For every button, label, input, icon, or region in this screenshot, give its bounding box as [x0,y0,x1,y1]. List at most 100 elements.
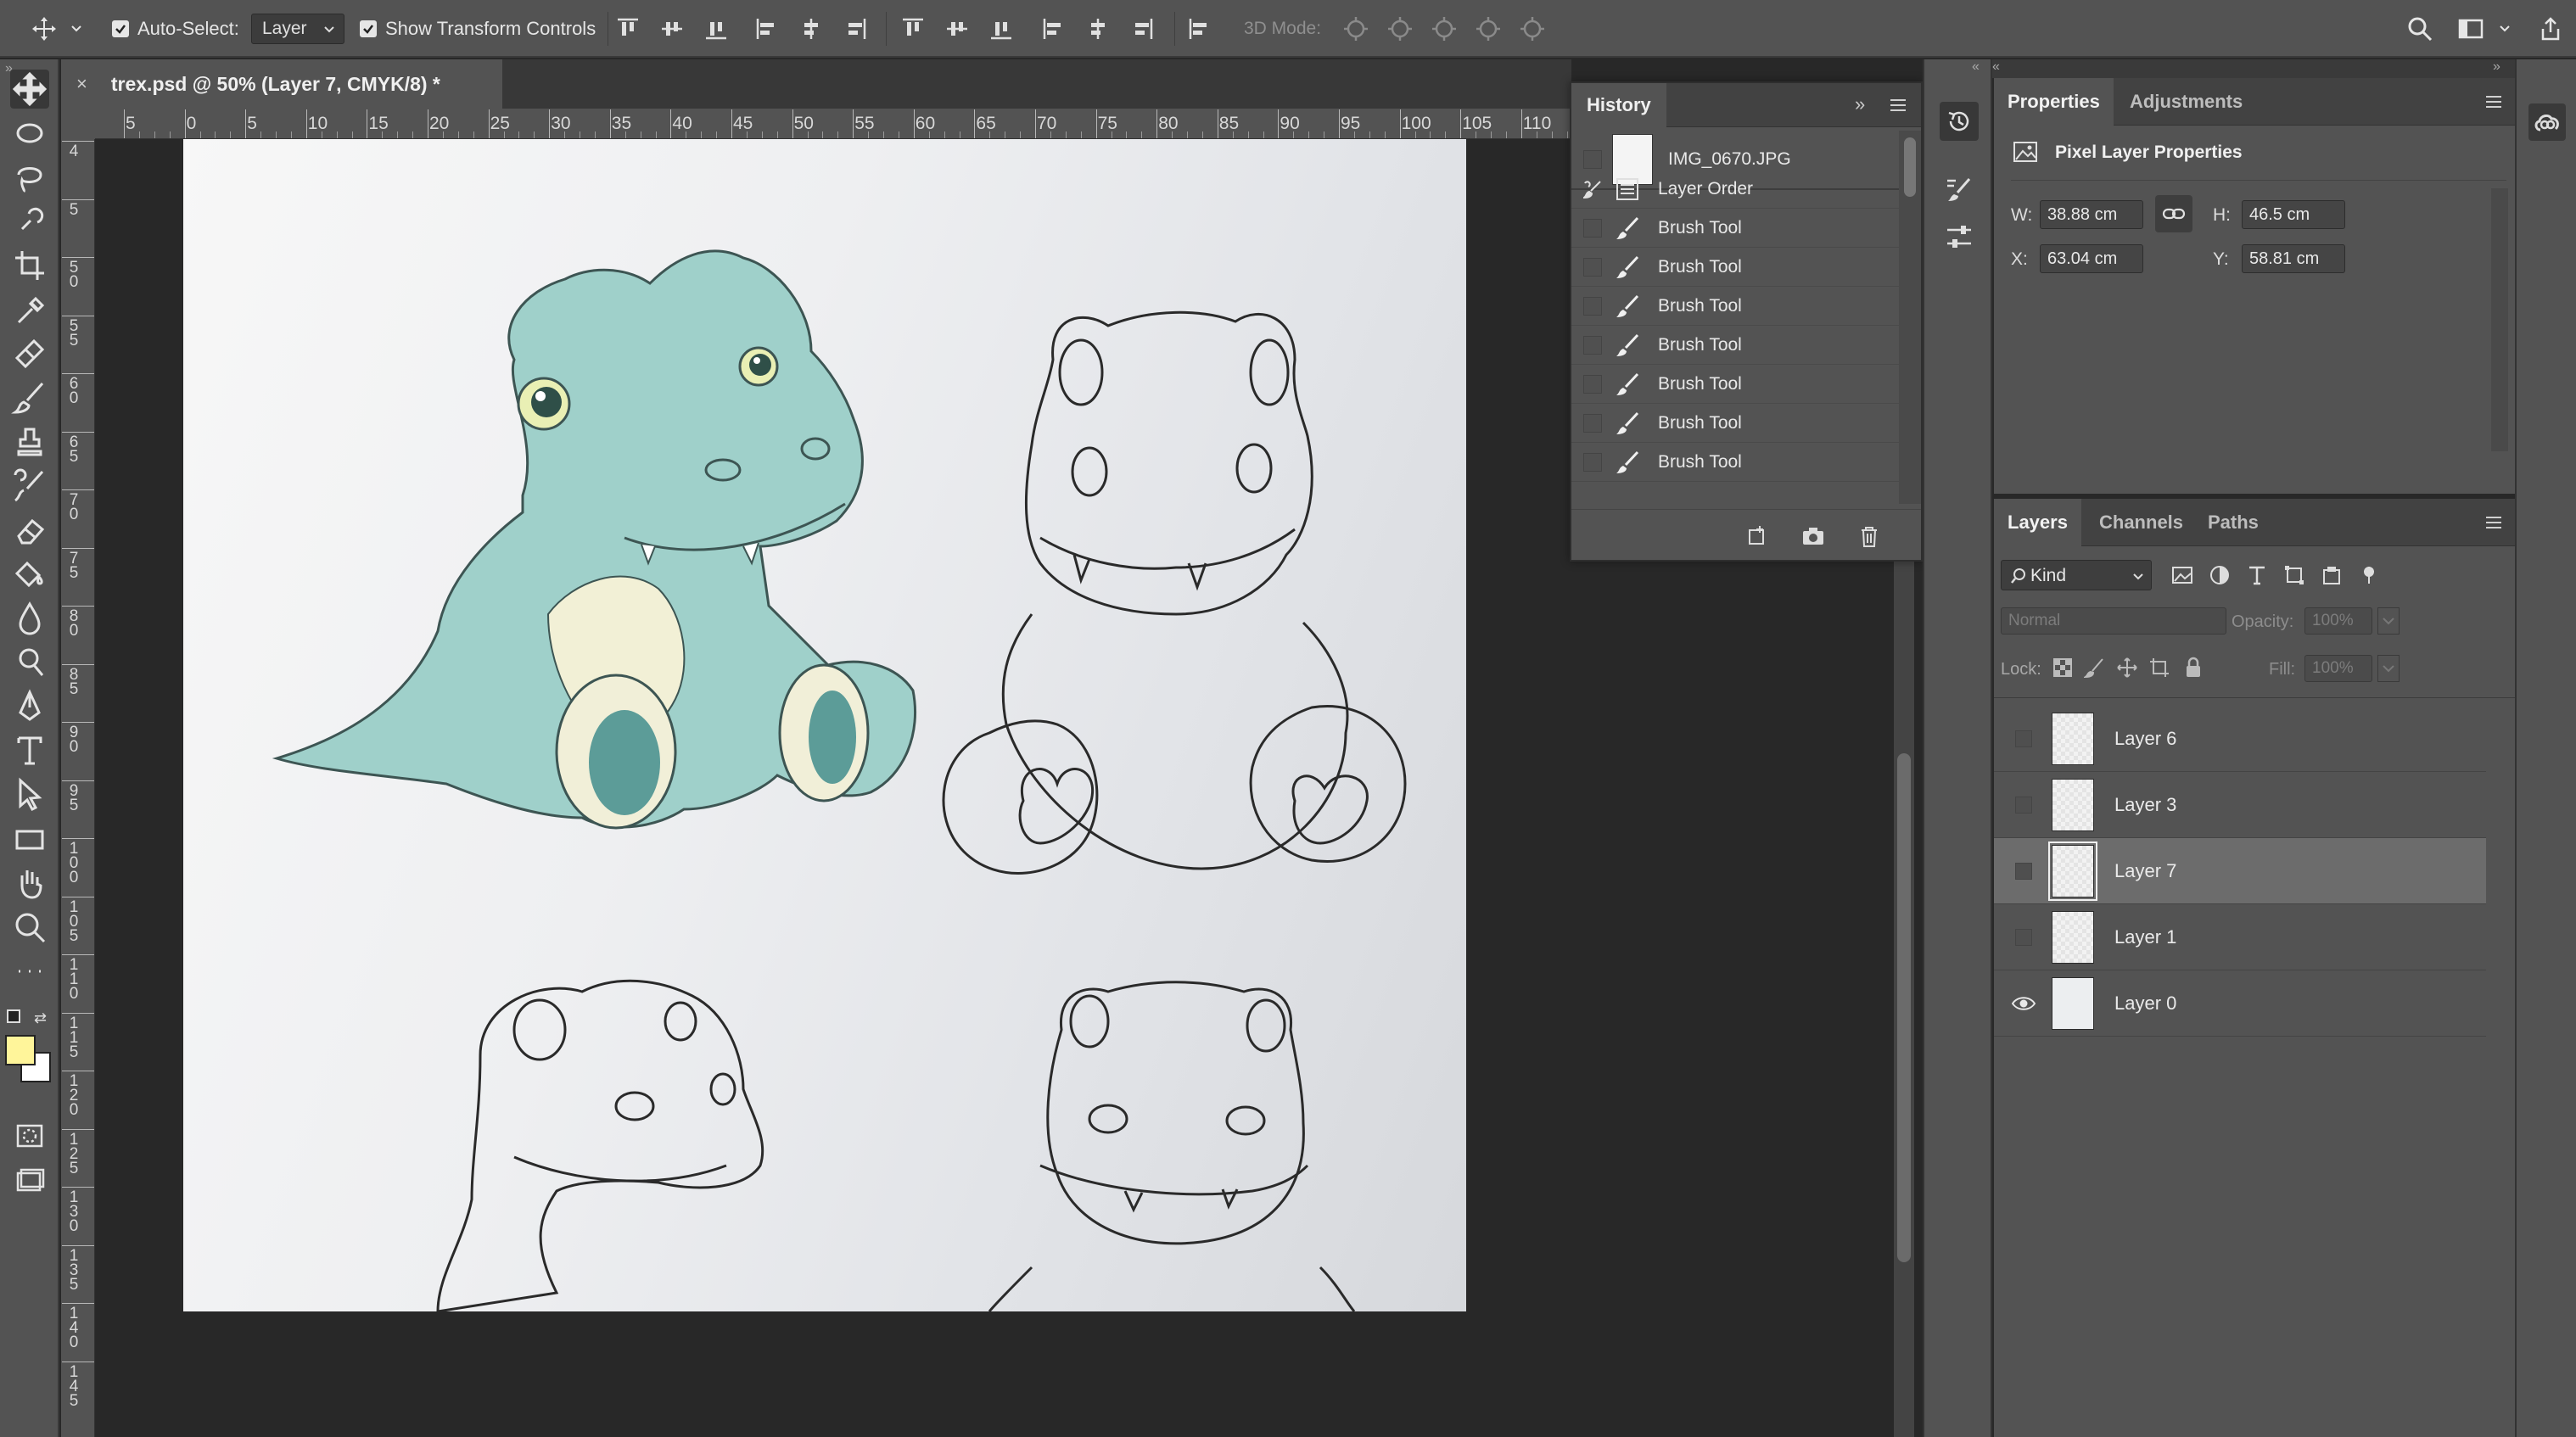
align-right-edges-icon[interactable] [842,15,869,42]
tab-properties[interactable]: Properties [1994,78,2114,126]
scale-3d-icon[interactable] [1519,15,1546,42]
blend-mode-dropdown[interactable]: Normal [2001,607,2226,635]
opacity-field[interactable]: 100% [2304,607,2372,635]
distribute-right-icon[interactable] [1128,15,1156,42]
document-tab[interactable]: × trex.psd @ 50% (Layer 7, CMYK/8) * [61,59,502,109]
zoom-tool[interactable] [10,908,49,947]
distribute-top-icon[interactable] [899,15,927,42]
layer-row[interactable]: Layer 6 [1994,706,2486,772]
distribute-horizontal-centers-icon[interactable] [1084,15,1112,42]
quick-mask-button[interactable] [10,1116,49,1155]
path-selection-tool[interactable] [10,775,49,814]
roll-3d-icon[interactable] [1386,15,1414,42]
properties-scrollbar[interactable] [2491,188,2508,451]
history-brush-tool[interactable] [10,467,49,506]
more-tools[interactable] [10,952,49,991]
type-layer-filter-icon[interactable] [2245,563,2269,587]
horizontal-ruler[interactable]: 5 0 5 10 15 20 25 30 35 40 45 50 55 60 65 70 75 80 85 90 95 1… [95,109,1571,139]
tab-layers[interactable]: Layers [1994,499,2081,546]
panel-menu-icon[interactable] [2484,93,2503,110]
history-state[interactable]: Brush Tool [1571,209,1899,248]
opacity-chevron-down-icon[interactable] [2377,607,2400,635]
history-brush-source[interactable] [1583,374,1602,394]
align-bottom-edges-icon[interactable] [703,15,730,42]
fill-field[interactable]: 100% [2304,655,2372,682]
fill-chevron-down-icon[interactable] [2377,655,2400,682]
brush-settings-panel-button[interactable] [1940,170,1979,209]
panel-menu-icon[interactable] [1889,97,1907,114]
drag-3d-icon[interactable] [1431,15,1458,42]
tab-channels[interactable]: Channels [2086,499,2197,546]
quick-selection-tool[interactable] [10,202,49,241]
distribute-vertical-centers-icon[interactable] [944,15,971,42]
default-colors-icon[interactable] [7,1009,20,1023]
workspace-icon[interactable] [2457,15,2484,42]
auto-align-layers-icon[interactable] [1186,15,1213,42]
show-transform-controls-checkbox[interactable] [360,20,377,37]
foreground-color-swatch[interactable] [5,1035,36,1065]
distribute-left-icon[interactable] [1040,15,1067,42]
tab-paths[interactable]: Paths [2194,499,2272,546]
collapse-dock-icon[interactable]: « [1992,59,2000,75]
marquee-tool[interactable] [10,114,49,153]
ruler-origin[interactable] [61,109,95,139]
history-state[interactable]: Brush Tool [1571,326,1899,365]
layer-row[interactable]: Layer 0 [1994,970,2486,1037]
y-position-field[interactable]: 58.81 cm [2242,244,2345,273]
close-document-icon[interactable]: × [76,73,87,95]
expand-dock-icon[interactable]: » [2493,59,2500,75]
history-brush-source[interactable] [1583,150,1602,169]
layer-row[interactable]: Layer 1 [1994,904,2486,970]
filter-toggle-icon[interactable] [2357,563,2381,587]
shape-layer-filter-icon[interactable] [2282,563,2306,587]
visibility-toggle[interactable] [2009,791,2038,819]
collapse-panels-icon[interactable]: « [1972,59,1980,75]
history-state[interactable]: Brush Tool [1571,365,1899,404]
layer-row[interactable]: Layer 3 [1994,772,2486,838]
history-brush-source[interactable] [1583,296,1602,316]
type-tool[interactable] [10,731,49,770]
width-field[interactable]: 38.88 cm [2040,200,2143,229]
layer-filter-dropdown[interactable]: Kind [2001,560,2152,590]
history-brush-source[interactable] [1583,180,1602,198]
auto-select-dropdown[interactable]: Layer [251,14,344,44]
align-top-edges-icon[interactable] [614,15,641,42]
history-brush-source[interactable] [1583,413,1602,433]
move-tool-icon[interactable] [31,15,58,42]
lock-position-icon[interactable] [2116,657,2138,679]
visibility-toggle[interactable] [2009,923,2038,952]
move-tool[interactable] [10,70,49,109]
history-state[interactable]: Brush Tool [1571,404,1899,443]
eye-icon[interactable] [2009,989,2038,1018]
scrollbar-thumb[interactable] [1904,137,1916,197]
search-icon[interactable] [2406,15,2433,42]
dodge-tool[interactable] [10,643,49,682]
libraries-button[interactable] [2528,103,2566,141]
lock-transparent-pixels-icon[interactable] [2052,657,2074,679]
align-vertical-centers-icon[interactable] [658,15,686,42]
paint-bucket-tool[interactable] [10,555,49,594]
history-panel-button[interactable] [1940,102,1979,141]
history-brush-source[interactable] [1583,218,1602,238]
collapse-panel-icon[interactable]: » [1855,93,1865,115]
vertical-ruler[interactable]: 4 5 5 0 5 5 6 0 6 5 7 0 7 5 8 0 8 5 9 0 9 5 1 0 0 1 0… [61,139,95,1437]
new-snapshot-icon[interactable] [1800,523,1826,549]
history-scrollbar[interactable] [1899,131,1921,504]
slide-3d-icon[interactable] [1475,15,1502,42]
adjustments-panel-button[interactable] [1940,217,1979,256]
history-tab[interactable]: History [1571,83,1666,127]
orbit-3d-icon[interactable] [1342,15,1369,42]
tool-preset-chevron-down-icon[interactable] [70,22,97,49]
show-transform-controls-option[interactable]: Show Transform Controls [360,0,596,58]
panel-menu-icon[interactable] [2484,514,2503,531]
visibility-toggle[interactable] [2009,724,2038,753]
history-state[interactable]: Layer Order [1571,170,1899,209]
lock-image-pixels-icon[interactable] [2084,657,2106,679]
smart-object-filter-icon[interactable] [2320,563,2344,587]
tab-adjustments[interactable]: Adjustments [2116,78,2256,126]
delete-state-icon[interactable] [1856,523,1882,549]
history-state[interactable]: Brush Tool [1571,443,1899,482]
layer-row[interactable]: Layer 7 [1994,838,2486,904]
scrollbar-thumb[interactable] [1897,753,1911,1262]
history-state[interactable]: Brush Tool [1571,248,1899,287]
